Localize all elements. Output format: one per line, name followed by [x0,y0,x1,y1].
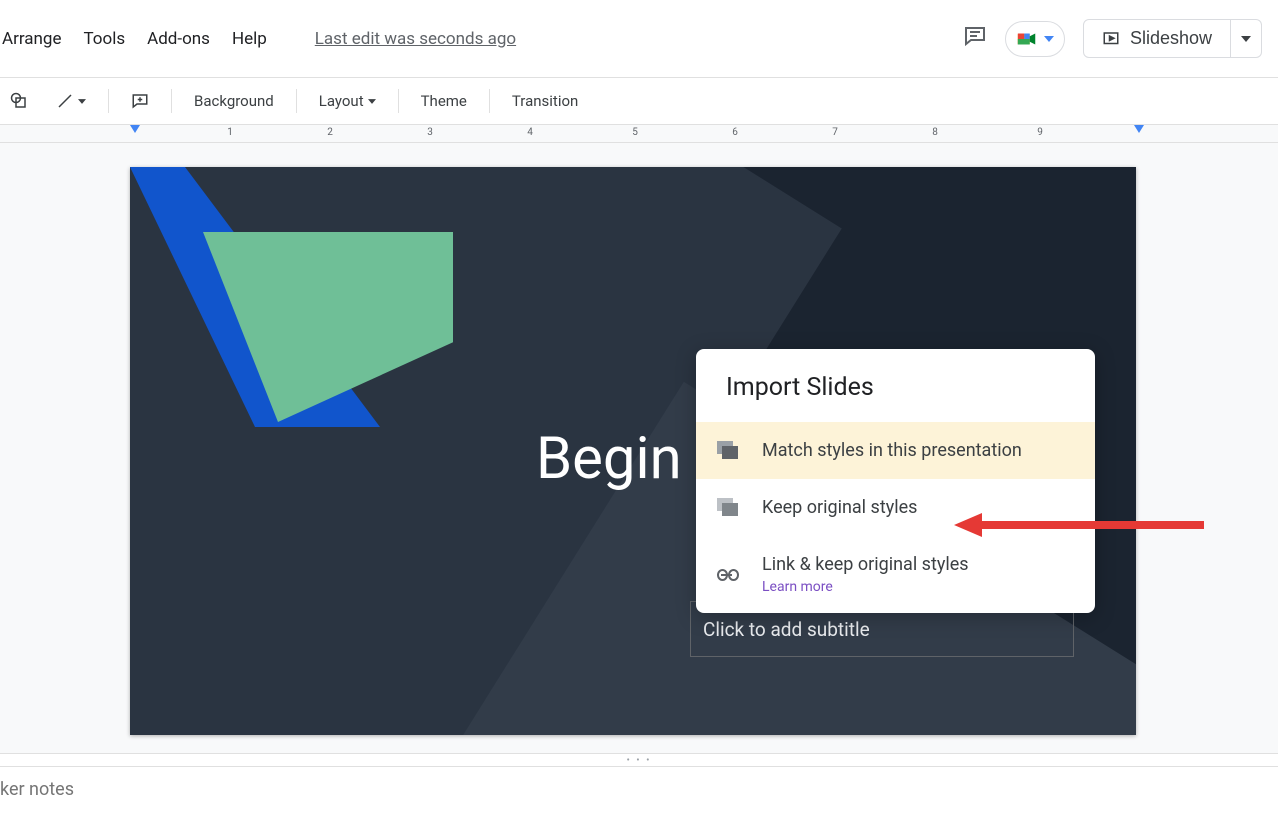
line-tool-button[interactable] [46,88,96,114]
comments-icon[interactable] [963,24,987,54]
chevron-down-icon [368,99,376,104]
import-slides-popup: Import Slides Match styles in this prese… [696,349,1095,613]
ruler-mark: 3 [427,127,433,138]
topbar-right-group: Slideshow [963,19,1262,58]
menu-arrange[interactable]: Arrange [0,23,63,55]
last-edit-link[interactable]: Last edit was seconds ago [315,29,516,49]
divider [398,89,399,113]
background-button[interactable]: Background [184,88,284,114]
transition-button[interactable]: Transition [502,88,588,114]
learn-more-link[interactable]: Learn more [762,579,969,595]
option-label: Link & keep original styles [762,554,969,575]
ruler-mark: 6 [732,127,738,138]
slides-stack-icon [716,498,740,518]
ruler-mark: 1 [227,127,233,138]
menu-help[interactable]: Help [230,23,269,55]
ruler-mark: 9 [1037,127,1043,138]
slideshow-label: Slideshow [1130,28,1212,49]
chevron-down-icon [78,99,86,104]
menubar: Arrange Tools Add-ons Help Last edit was… [0,23,516,55]
ruler-mark: 7 [832,127,838,138]
comment-add-icon[interactable] [121,88,159,114]
chevron-down-icon [1241,36,1251,42]
option-keep-original[interactable]: Keep original styles [696,479,1095,536]
slideshow-button[interactable]: Slideshow [1083,19,1231,58]
line-icon [56,92,74,110]
option-label: Match styles in this presentation [762,440,1022,461]
popup-title: Import Slides [696,349,1095,422]
title-and-menu-bar: Arrange Tools Add-ons Help Last edit was… [0,0,1278,78]
divider [171,89,172,113]
option-label: Keep original styles [762,497,917,518]
slideshow-dropdown-button[interactable] [1231,19,1262,58]
slideshow-button-group: Slideshow [1083,19,1262,58]
slide-canvas-area[interactable]: Begin Click to add subtitle Import Slide… [0,143,1278,753]
speaker-notes[interactable]: ker notes [0,767,1278,821]
slide-title[interactable]: Begin [536,425,682,493]
layout-button[interactable]: Layout [309,88,386,114]
chevron-down-icon [1044,36,1054,42]
theme-button[interactable]: Theme [411,88,477,114]
divider [489,89,490,113]
link-icon [716,569,740,581]
google-meet-button[interactable] [1005,21,1065,57]
ruler-mark: 5 [632,127,638,138]
option-match-styles[interactable]: Match styles in this presentation [696,422,1095,479]
ruler-mark: 2 [327,127,333,138]
menu-addons[interactable]: Add-ons [145,23,212,55]
ruler-mark: 4 [527,127,533,138]
option-link-content: Link & keep original styles Learn more [762,554,969,595]
slides-stack-icon [716,441,740,461]
menu-tools[interactable]: Tools [81,23,127,55]
option-link-keep-original[interactable]: Link & keep original styles Learn more [696,536,1095,613]
ruler-mark: 8 [932,127,938,138]
present-icon [1102,30,1120,48]
divider [108,89,109,113]
toolbar: Background Layout Theme Transition [0,78,1278,125]
divider [296,89,297,113]
notes-splitter[interactable]: • • • [0,753,1278,767]
layout-label: Layout [319,92,364,110]
shape-tool-icon[interactable] [0,88,38,114]
drag-handle-icon: • • • [626,755,651,766]
horizontal-ruler: 1 2 3 4 5 6 7 8 9 [0,125,1278,143]
google-meet-icon [1016,28,1038,50]
